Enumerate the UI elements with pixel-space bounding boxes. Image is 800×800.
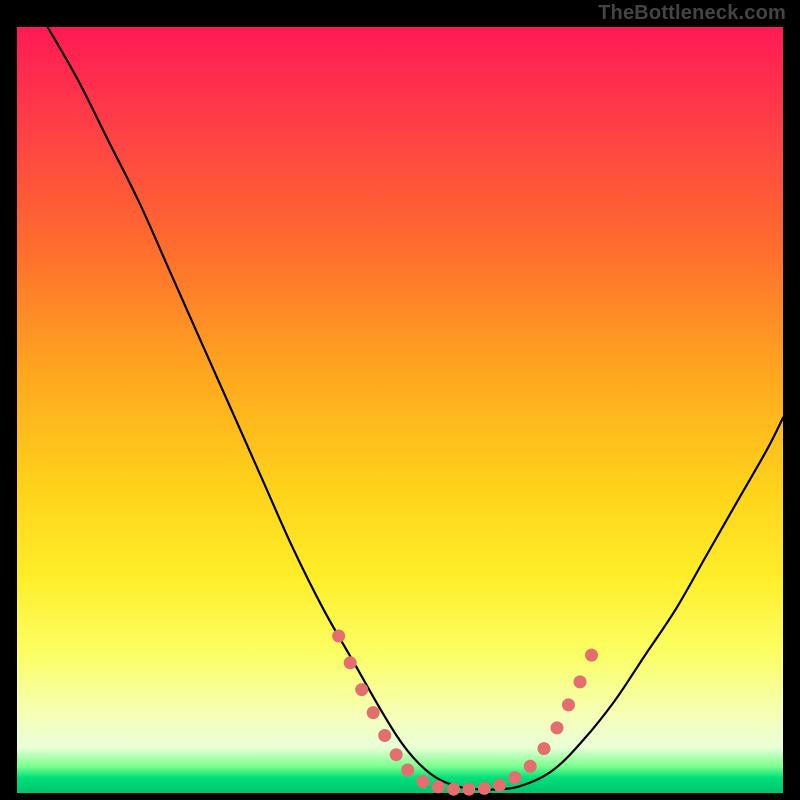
highlight-dot [355, 683, 368, 696]
highlight-dot [538, 742, 551, 755]
highlight-dot [332, 630, 345, 643]
highlight-dot [432, 780, 445, 793]
chart-stage: TheBottleneck.com [0, 0, 800, 800]
highlight-dot [508, 771, 521, 784]
highlight-dot [493, 779, 506, 792]
bottleneck-curve [48, 27, 783, 790]
highlight-dot [562, 698, 575, 711]
highlight-dot [585, 649, 598, 662]
plot-area [17, 27, 783, 793]
highlight-dot [462, 783, 475, 796]
highlight-dot [524, 760, 537, 773]
highlight-dot [401, 764, 414, 777]
highlight-dot [390, 748, 403, 761]
highlight-dot [447, 783, 460, 796]
highlight-dots-group [332, 630, 598, 796]
highlight-dot [478, 782, 491, 795]
curve-layer [17, 27, 783, 793]
highlight-dot [574, 675, 587, 688]
highlight-dot [344, 656, 357, 669]
highlight-dot [417, 775, 430, 788]
highlight-dot [367, 706, 380, 719]
watermark-text: TheBottleneck.com [598, 2, 786, 25]
highlight-dot [551, 721, 564, 734]
highlight-dot [378, 729, 391, 742]
